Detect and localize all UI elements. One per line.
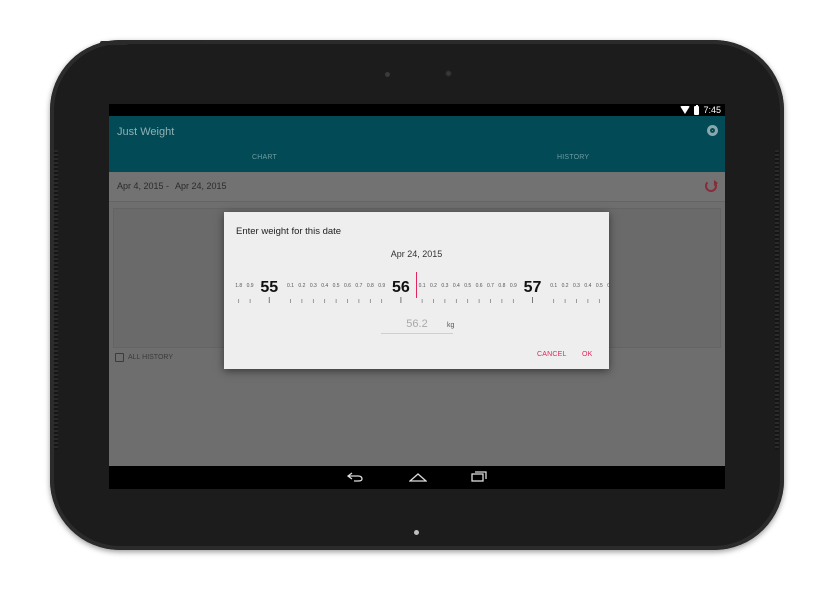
- sensor-dot: [385, 72, 390, 77]
- ruler-minor-label: 0.8: [367, 283, 374, 289]
- date-to[interactable]: Apr 24, 2015: [175, 181, 227, 191]
- right-speaker-grille: [775, 150, 779, 450]
- status-bar: 7:45: [109, 104, 725, 116]
- navigation-bar: [109, 466, 725, 489]
- ruler-minor-label: 0.6: [344, 283, 351, 289]
- ruler-minor-label: 0.7: [355, 283, 362, 289]
- dialog-title: Enter weight for this date: [236, 226, 342, 237]
- front-camera: [445, 70, 452, 77]
- ruler-minor-label: 0.2: [562, 283, 569, 289]
- app-bar: Just Weight CHART HISTORY: [109, 116, 725, 182]
- ruler-minor-label: 1.8: [235, 283, 242, 289]
- ruler-major-label: 56: [392, 279, 410, 296]
- status-time: 7:45: [703, 105, 721, 115]
- all-history-label: ALL HISTORY: [128, 354, 174, 361]
- ruler-minor-label: 0.7: [487, 283, 494, 289]
- ruler-major-label: 55: [260, 279, 278, 296]
- weight-input[interactable]: 56.2: [381, 316, 453, 334]
- date-from[interactable]: Apr 4, 2015: [117, 181, 164, 191]
- ruler-minor-label: 0.9: [247, 283, 254, 289]
- ruler-minor-label: 0.2: [298, 283, 305, 289]
- back-icon[interactable]: [347, 472, 363, 482]
- volume-button: [152, 40, 204, 44]
- all-history-toggle[interactable]: ALL HISTORY: [115, 353, 173, 362]
- ruler-minor-label: 0.8: [498, 283, 505, 289]
- date-separator: -: [166, 181, 169, 191]
- refresh-icon[interactable]: [705, 180, 718, 192]
- ok-button[interactable]: OK: [582, 351, 593, 358]
- ruler-minor-label: 0.3: [310, 283, 317, 289]
- ruler-minor-label: 0.3: [441, 283, 448, 289]
- ruler-minor-label: 0.1: [419, 283, 426, 289]
- recents-icon[interactable]: [471, 471, 487, 482]
- ruler-major-label: 57: [524, 279, 542, 296]
- date-range-row: Apr 4, 2015 - Apr 24, 2015: [109, 172, 725, 202]
- ruler-minor-label: 0.1: [287, 283, 294, 289]
- ruler-minor-label: 0.5: [333, 283, 340, 289]
- ruler-minor-label: 0.1: [550, 283, 557, 289]
- weight-unit: kg: [447, 322, 455, 329]
- weight-dialog: Enter weight for this date Apr 24, 2015 …: [224, 212, 609, 369]
- ruler-minor-label: 0.4: [321, 283, 328, 289]
- battery-icon: [694, 104, 700, 115]
- ruler-minor-label: 0.9: [378, 283, 385, 289]
- ruler-minor-label: 0.3: [573, 283, 580, 289]
- tab-history[interactable]: HISTORY: [557, 154, 589, 161]
- status-icons: 7:45: [680, 104, 721, 115]
- app-title: Just Weight: [117, 126, 175, 138]
- ruler-minor-label: 0.6: [476, 283, 483, 289]
- tab-chart[interactable]: CHART: [252, 154, 277, 161]
- ruler-minor-label: 0.9: [510, 283, 517, 289]
- ruler-minor-label: 0.2: [430, 283, 437, 289]
- all-history-checkbox[interactable]: [115, 353, 124, 362]
- ruler-minor-label: 0.4: [584, 283, 591, 289]
- cancel-button[interactable]: CANCEL: [537, 351, 567, 358]
- dialog-date: Apr 24, 2015: [390, 249, 443, 259]
- left-speaker-grille: [54, 150, 58, 450]
- ruler-indicator: [416, 272, 417, 298]
- wifi-icon: [680, 106, 691, 114]
- ruler-minor-label: 0.4: [453, 283, 460, 289]
- ruler-minor-label: 0.5: [596, 283, 603, 289]
- home-icon[interactable]: [409, 472, 427, 482]
- power-button: [100, 41, 128, 45]
- settings-gear-icon[interactable]: [707, 125, 718, 136]
- ruler-minor-label: 0.6: [607, 283, 609, 289]
- notification-led: [414, 530, 419, 535]
- ruler-minor-label: 0.5: [464, 283, 471, 289]
